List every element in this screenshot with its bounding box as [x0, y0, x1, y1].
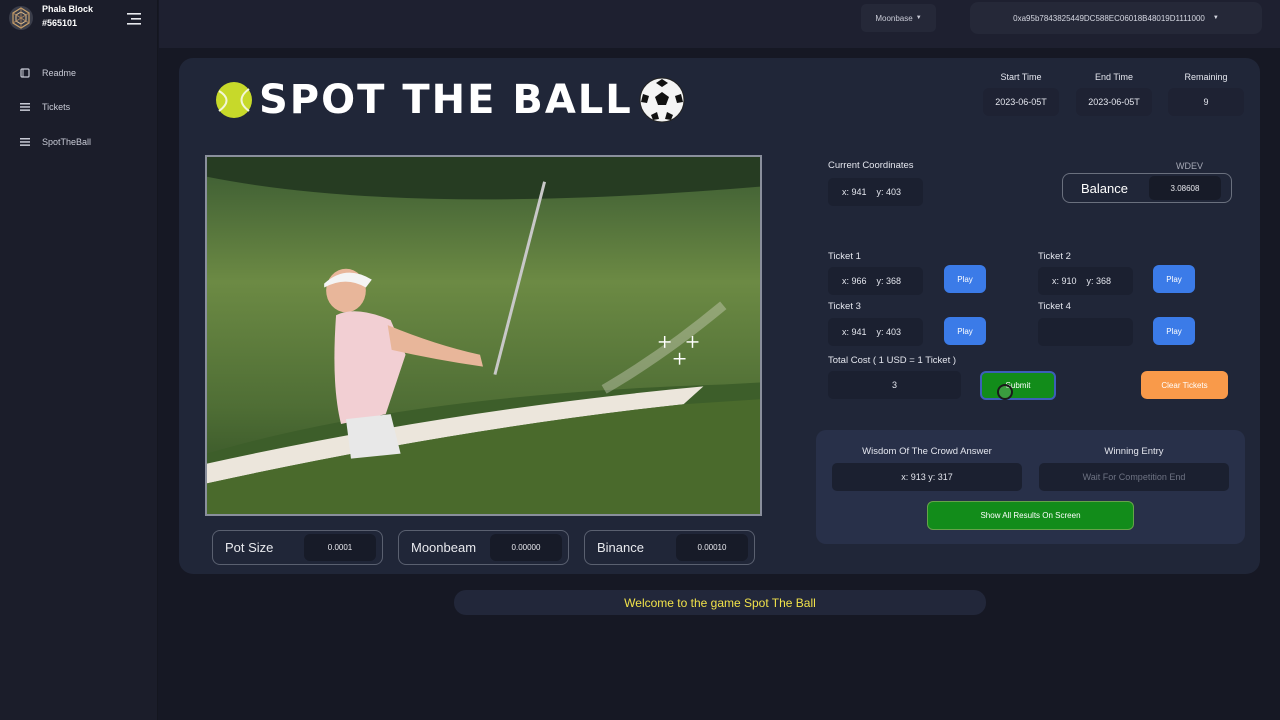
- list-icon: [20, 138, 30, 146]
- mouse-cursor-icon: [997, 384, 1013, 400]
- sidebar-item-label: SpotTheBall: [42, 137, 92, 147]
- ticket-1-x: x: 966: [842, 276, 867, 286]
- ticket-2-label: Ticket 2: [1038, 251, 1071, 262]
- ticket-1-label: Ticket 1: [828, 251, 861, 262]
- ticket-4-play-button[interactable]: Play: [1153, 317, 1195, 345]
- balance-label: Balance: [1081, 180, 1128, 196]
- moonbeam-label: Moonbeam: [411, 540, 477, 555]
- hamburger-menu-icon[interactable]: [127, 13, 141, 25]
- ticket-4-label: Ticket 4: [1038, 301, 1071, 312]
- block-number: #565101: [42, 18, 78, 28]
- balance-currency: WDEV: [1176, 161, 1203, 171]
- sidebar-item-label: Tickets: [42, 102, 71, 112]
- ticket-1-coords: x: 966 y: 368: [828, 267, 923, 295]
- coord-x: x: 941: [842, 187, 867, 197]
- crowd-answer-value: x: 913 y: 317: [832, 463, 1022, 491]
- ticket-3-label: Ticket 3: [828, 301, 861, 312]
- list-icon: [20, 103, 30, 111]
- start-time-label: Start Time: [1000, 72, 1042, 82]
- book-icon: [20, 68, 30, 78]
- phala-logo-icon: [8, 5, 34, 31]
- pot-size-label: Pot Size: [225, 540, 274, 555]
- balance-box: Balance 3.08608: [1062, 173, 1232, 203]
- start-time-value: 2023-06-05T: [983, 88, 1059, 116]
- ticket-3-coords: x: 941 y: 403: [828, 318, 923, 346]
- soccer-ball-icon: [639, 77, 685, 123]
- wallet-address-select[interactable]: 0xa95b7843825449DC588EC06018B48019D11110…: [970, 2, 1262, 34]
- ticket-2-coords: x: 910 y: 368: [1038, 267, 1133, 295]
- current-coordinates-label: Current Coordinates: [828, 160, 914, 171]
- binance-label: Binance: [597, 540, 644, 555]
- network-label: Moonbase: [875, 13, 913, 23]
- end-time-value: 2023-06-05T: [1076, 88, 1152, 116]
- ticket-4-coords: [1038, 318, 1133, 346]
- crowd-answer-label: Wisdom Of The Crowd Answer: [862, 446, 992, 457]
- submit-button[interactable]: Submit: [980, 371, 1056, 400]
- sidebar-item-spottheball[interactable]: SpotTheBall: [20, 134, 91, 150]
- ticket-3-y: y: 403: [876, 327, 902, 337]
- remaining-value: 9: [1168, 88, 1244, 116]
- binance-box: Binance 0.00010: [584, 530, 755, 565]
- game-title: SPOT THE BALL: [259, 77, 633, 123]
- balance-value: 3.08608: [1149, 176, 1221, 200]
- show-all-results-button[interactable]: Show All Results On Screen: [927, 501, 1134, 530]
- total-cost-label: Total Cost ( 1 USD = 1 Ticket ): [828, 355, 957, 366]
- caret-down-icon: ▼: [1212, 15, 1219, 21]
- sidebar-item-label: Readme: [42, 68, 77, 78]
- tennis-ball-icon: [216, 82, 252, 118]
- winning-entry-label: Winning Entry: [1104, 446, 1164, 457]
- binance-value: 0.00010: [676, 534, 748, 561]
- pot-size-box: Pot Size 0.0001: [212, 530, 383, 565]
- remaining-label: Remaining: [1184, 72, 1228, 82]
- welcome-message: Welcome to the game Spot The Ball: [454, 590, 986, 615]
- sidebar-item-readme[interactable]: Readme: [20, 65, 76, 81]
- moonbeam-value: 0.00000: [490, 534, 562, 561]
- winning-entry-value: Wait For Competition End: [1039, 463, 1229, 491]
- sidebar-item-tickets[interactable]: Tickets: [20, 99, 70, 115]
- current-coordinates-value: x: 941 y: 403: [828, 178, 923, 206]
- pot-size-value: 0.0001: [304, 534, 376, 561]
- moonbeam-box: Moonbeam 0.00000: [398, 530, 569, 565]
- coord-y: y: 403: [876, 187, 902, 197]
- ticket-3-x: x: 941: [842, 327, 867, 337]
- ticket-1-y: y: 368: [876, 276, 902, 286]
- clear-tickets-button[interactable]: Clear Tickets: [1141, 371, 1228, 399]
- brand-name: Phala Block: [42, 4, 94, 14]
- end-time-label: End Time: [1094, 72, 1134, 82]
- ticket-2-y: y: 368: [1086, 276, 1112, 286]
- ticket-3-play-button[interactable]: Play: [944, 317, 986, 345]
- wallet-address: 0xa95b7843825449DC588EC06018B48019D11110…: [1013, 13, 1205, 23]
- ticket-2-play-button[interactable]: Play: [1153, 265, 1195, 293]
- ticket-1-play-button[interactable]: Play: [944, 265, 986, 293]
- network-select[interactable]: Moonbase ▼: [861, 4, 936, 32]
- total-cost-value: 3: [828, 371, 961, 399]
- game-photo[interactable]: [205, 155, 762, 516]
- title-row: SPOT THE BALL: [215, 77, 685, 123]
- caret-down-icon: ▼: [915, 15, 922, 21]
- ticket-2-x: x: 910: [1052, 276, 1077, 286]
